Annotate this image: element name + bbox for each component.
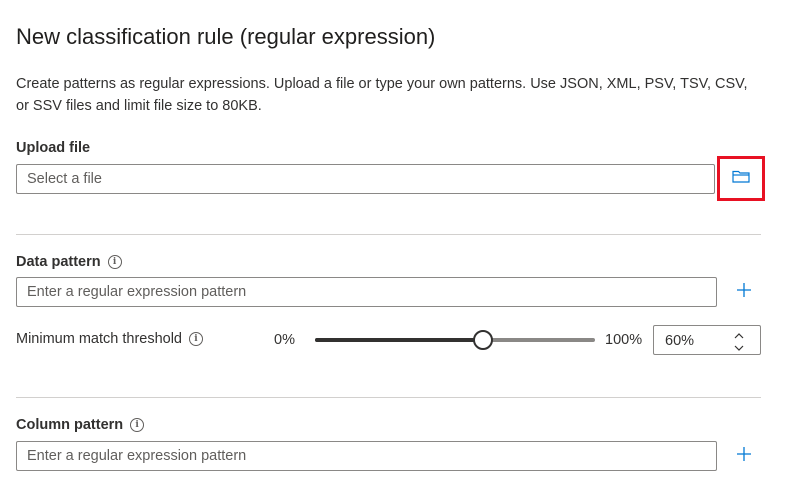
add-data-pattern-button[interactable] (729, 277, 759, 307)
upload-file-label: Upload file (16, 140, 90, 156)
section-divider (16, 234, 761, 235)
page-title: New classification rule (regular express… (16, 24, 436, 49)
info-icon[interactable]: i (130, 418, 145, 432)
plus-icon (736, 446, 752, 467)
info-icon[interactable]: i (189, 332, 203, 346)
section-divider (16, 397, 761, 398)
threshold-slider[interactable] (315, 330, 595, 350)
plus-icon (736, 282, 752, 303)
data-pattern-label-text: Data pattern (16, 254, 101, 270)
slider-thumb[interactable] (473, 330, 493, 350)
browse-file-button[interactable] (717, 156, 765, 201)
page-description: Create patterns as regular expressions. … (16, 76, 748, 114)
threshold-label: Minimum match threshold i (16, 331, 203, 347)
data-pattern-input[interactable] (16, 277, 717, 307)
chevron-down-icon[interactable] (732, 341, 746, 352)
threshold-value[interactable]: 60% (665, 333, 694, 349)
data-pattern-label: Data pattern i (16, 254, 122, 270)
select-file-input[interactable] (16, 164, 715, 194)
slider-min-label: 0% (274, 332, 295, 348)
slider-max-label: 100% (605, 332, 643, 348)
folder-icon (732, 169, 750, 188)
column-pattern-label: Column pattern i (16, 417, 145, 433)
info-icon[interactable]: i (107, 255, 122, 269)
threshold-label-text: Minimum match threshold (16, 331, 182, 347)
column-pattern-input[interactable] (16, 441, 717, 471)
column-pattern-label-text: Column pattern (16, 417, 124, 433)
add-column-pattern-button[interactable] (729, 441, 759, 471)
upload-file-label-text: Upload file (16, 140, 91, 156)
slider-fill (315, 338, 483, 342)
chevron-up-icon[interactable] (732, 328, 746, 339)
classification-rule-panel: New classification rule (regular express… (0, 0, 792, 501)
threshold-spinbutton[interactable]: 60% (653, 325, 761, 355)
